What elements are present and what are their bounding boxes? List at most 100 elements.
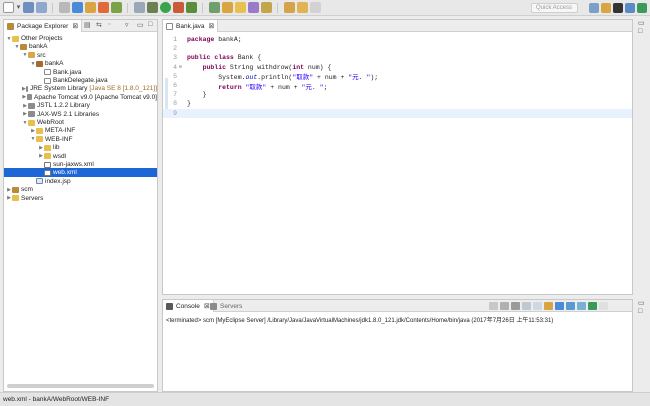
link-editor-icon[interactable]: ⇆ <box>96 21 102 29</box>
jsp-file-icon <box>36 178 43 185</box>
console-output: <terminated> scm [MyEclipse Server] /Lib… <box>166 318 554 324</box>
code-text: num) { <box>304 63 332 71</box>
print-icon[interactable] <box>59 2 70 13</box>
wand-icon[interactable] <box>248 2 259 13</box>
line-number: 3 <box>173 54 177 62</box>
word-wrap-icon[interactable] <box>544 302 553 310</box>
tree-item-label: bankA <box>29 43 48 51</box>
horizontal-scrollbar[interactable] <box>7 384 154 388</box>
tree-item-label: JAX-WS 2.1 Libraries <box>37 110 100 118</box>
debug-perspective-icon[interactable] <box>625 3 635 13</box>
clear-console-icon[interactable] <box>522 302 531 310</box>
tab-servers[interactable]: Servers <box>207 300 245 312</box>
code-keyword: public <box>187 54 211 62</box>
view-menu-icon[interactable]: ▿ <box>125 21 129 29</box>
line-number: 5 <box>173 72 177 80</box>
forward-arrow-icon[interactable] <box>310 2 321 13</box>
open-console-icon[interactable] <box>577 302 586 310</box>
code-line[interactable]: 6 return "取款" + num + "元. "; <box>163 81 632 91</box>
library-icon <box>26 94 33 101</box>
deploy-icon[interactable] <box>111 2 122 13</box>
project-icon <box>12 186 19 193</box>
folder-icon <box>12 35 19 42</box>
folder-icon <box>28 119 35 126</box>
terminate-icon[interactable] <box>489 302 498 310</box>
line-number: 1 <box>173 36 177 43</box>
pin-console-icon[interactable] <box>555 302 564 310</box>
myeclipse-perspective-icon[interactable] <box>613 3 623 13</box>
tab-bank-java[interactable]: Bank.java ⊠ <box>163 20 219 32</box>
grid-icon[interactable] <box>134 2 145 13</box>
server-icon[interactable] <box>98 2 109 13</box>
tree-item-label: Bank.java <box>53 68 82 76</box>
tree-item-label: sun-jaxws.xml <box>53 161 94 168</box>
java-perspective-icon[interactable] <box>637 3 647 13</box>
coverage-icon[interactable] <box>186 2 197 13</box>
toolbar-separator <box>277 2 278 13</box>
annotation-icon[interactable] <box>284 2 295 13</box>
toolbar-separator <box>127 2 128 13</box>
code-line[interactable]: 9 <box>163 108 632 118</box>
close-icon[interactable]: ⊠ <box>209 22 215 30</box>
tree-item[interactable]: ▶ Servers <box>4 194 157 203</box>
code-line[interactable]: 7 } <box>163 90 632 99</box>
open-folder-icon[interactable] <box>235 2 246 13</box>
java-ee-perspective-icon[interactable] <box>601 3 611 13</box>
maximize-icon[interactable]: □ <box>638 28 645 36</box>
code-line[interactable]: 4 ⊖ public String withdrow(int num) { <box>163 63 632 72</box>
remove-launch-icon[interactable] <box>500 302 509 310</box>
quick-access-input[interactable]: Quick Access <box>531 3 578 13</box>
tab-package-explorer[interactable]: Package Explorer ⊠ <box>4 20 83 32</box>
new-icon[interactable] <box>3 2 14 13</box>
tree-item-label: BankDelegate.java <box>53 77 108 84</box>
perspective-icon[interactable] <box>589 3 599 13</box>
tree-item-label: WEB-INF <box>45 135 73 143</box>
open-type-icon[interactable] <box>222 2 233 13</box>
focus-icon[interactable]: ▫ <box>108 21 110 28</box>
code-text: String withdrow( <box>226 63 293 71</box>
close-icon[interactable]: ⊠ <box>72 22 78 30</box>
collapsed-arrow-icon[interactable]: ▶ <box>22 94 27 100</box>
refactor-icon[interactable] <box>85 2 96 13</box>
new-console-icon[interactable] <box>588 302 597 310</box>
minimize-icon[interactable]: ▭ <box>638 20 645 28</box>
console-view: Console ⊠ Servers <terminated> scm [MyEc… <box>162 299 633 392</box>
tree-item-label: wsdl <box>53 152 67 160</box>
display-selected-icon[interactable] <box>566 302 575 310</box>
minimize-icon[interactable]: ▭ <box>638 300 645 308</box>
new-class-icon[interactable] <box>209 2 220 13</box>
view-menu-icon[interactable] <box>599 302 608 310</box>
status-bar: web.xml - bankA/WebRoot/WEB-INF <box>0 392 650 406</box>
save-icon[interactable] <box>23 2 34 13</box>
java-file-icon <box>166 22 173 30</box>
tree-item-label: src <box>37 51 46 59</box>
run-external-icon[interactable] <box>173 2 184 13</box>
dropdown-chevron-icon[interactable]: ▾ <box>16 2 21 13</box>
back-arrow-icon[interactable] <box>297 2 308 13</box>
history-toolbar-group <box>284 2 323 13</box>
save-all-icon[interactable] <box>36 2 47 13</box>
package-explorer-icon <box>7 22 14 30</box>
debug-config-icon[interactable] <box>72 2 83 13</box>
maximize-icon[interactable]: □ <box>638 308 645 316</box>
code-editor[interactable]: 1 package bankA; 2 3 public class Bank {4 ⊖ p… <box>163 34 632 294</box>
minimize-icon[interactable]: ▭ <box>137 21 144 29</box>
tree-item-label: index.jsp <box>45 177 71 185</box>
code-line[interactable]: 8} <box>163 99 632 108</box>
code-line[interactable]: 2 <box>163 44 632 53</box>
maximize-icon[interactable]: □ <box>148 21 152 28</box>
nav-toolbar-group <box>209 2 274 13</box>
remove-all-icon[interactable] <box>511 302 520 310</box>
collapse-all-icon[interactable]: ▤ <box>84 21 91 29</box>
servers-icon <box>210 302 217 310</box>
code-line[interactable]: 3 public class Bank { <box>163 53 632 62</box>
debug-icon[interactable] <box>147 2 158 13</box>
code-line[interactable]: 1 package bankA; <box>163 35 632 44</box>
scroll-lock-icon[interactable] <box>533 302 542 310</box>
code-line[interactable]: 5 System.out.println("取款" + num + "元. ")… <box>163 72 632 82</box>
folder-icon <box>36 136 43 143</box>
code-keyword: class <box>214 54 234 62</box>
run-icon[interactable] <box>160 2 171 13</box>
search-icon[interactable] <box>261 2 272 13</box>
